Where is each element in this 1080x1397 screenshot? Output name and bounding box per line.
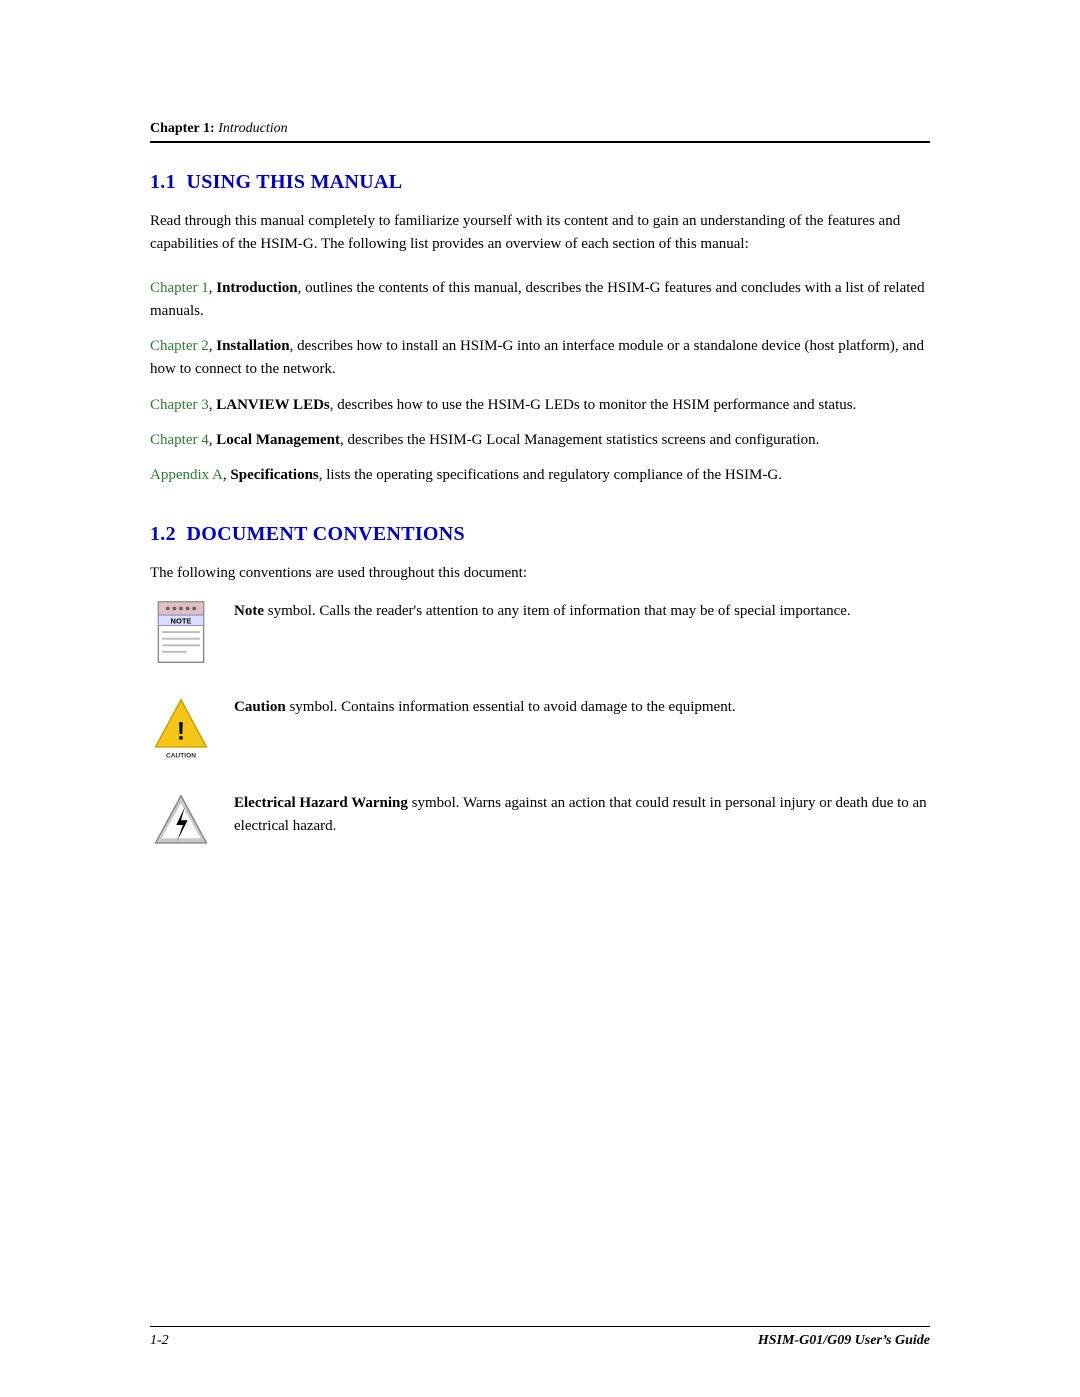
caution-convention-text: Caution symbol. Contains information ess… xyxy=(234,696,736,719)
ref-bold-ch2: Installation xyxy=(216,338,289,354)
ref-link-ch4: Chapter 4 xyxy=(150,432,209,448)
section-1-2-title: 1.2 DOCUMENT CONVENTIONS xyxy=(150,523,930,546)
ref-bold-ch1: Introduction xyxy=(216,280,297,296)
footer-page-number: 1-2 xyxy=(150,1333,169,1349)
convention-caution: ! CAUTION Caution symbol. Contains infor… xyxy=(150,696,930,762)
chapter-ref-appendix: Appendix A, Specifications, lists the op… xyxy=(150,464,930,487)
convention-note: NOTE Note symbol. Calls the reader's att… xyxy=(150,600,930,666)
svg-text:CAUTION: CAUTION xyxy=(166,752,196,759)
ref-bold-appendix: Specifications xyxy=(230,467,318,483)
section-1-1-intro: Read through this manual completely to f… xyxy=(150,210,930,257)
ref-bold-ch3: LANVIEW LEDs xyxy=(216,397,330,413)
ref-text-appendix: , lists the operating specifications and… xyxy=(319,467,782,483)
section-using-manual: 1.1 USING THIS MANUAL Read through this … xyxy=(150,171,930,487)
ref-text-ch3: , describes how to use the HSIM-G LEDs t… xyxy=(330,397,857,413)
ref-link-ch1: Chapter 1 xyxy=(150,280,209,296)
ref-text-ch4: , describes the HSIM-G Local Management … xyxy=(340,432,819,448)
caution-bold: Caution xyxy=(234,699,286,715)
convention-hazard: Electrical Hazard Warning symbol. Warns … xyxy=(150,792,930,858)
svg-text:!: ! xyxy=(177,718,185,745)
caution-icon-wrapper: ! CAUTION xyxy=(150,696,212,762)
note-bold: Note xyxy=(234,603,264,619)
hazard-icon xyxy=(152,792,210,858)
note-icon: NOTE xyxy=(152,600,210,666)
section-1-1-title: 1.1 USING THIS MANUAL xyxy=(150,171,930,194)
ref-link-ch3: Chapter 3 xyxy=(150,397,209,413)
ref-bold-ch4: Local Management xyxy=(216,432,340,448)
chapter-ref-3: Chapter 3, LANVIEW LEDs, describes how t… xyxy=(150,394,930,417)
footer-document-title: HSIM-G01/G09 User’s Guide xyxy=(758,1333,930,1349)
chapter-header: Chapter 1: Introduction xyxy=(150,120,930,143)
note-icon-wrapper: NOTE xyxy=(150,600,212,666)
ref-link-appendix: Appendix A xyxy=(150,467,223,483)
chapter-ref-2: Chapter 2, Installation, describes how t… xyxy=(150,335,930,382)
note-convention-text: Note symbol. Calls the reader's attentio… xyxy=(234,600,851,623)
chapter-ref-1: Chapter 1, Introduction, outlines the co… xyxy=(150,277,930,324)
chapter-header-text: Chapter 1: Introduction xyxy=(150,121,288,136)
hazard-convention-text: Electrical Hazard Warning symbol. Warns … xyxy=(234,792,930,839)
caution-icon: ! CAUTION xyxy=(152,696,210,762)
section-1-2-intro: The following conventions are used throu… xyxy=(150,562,930,585)
section-document-conventions: 1.2 DOCUMENT CONVENTIONS The following c… xyxy=(150,523,930,857)
hazard-bold: Electrical Hazard Warning xyxy=(234,795,408,811)
page-footer: 1-2 HSIM-G01/G09 User’s Guide xyxy=(150,1326,930,1349)
chapter-ref-4: Chapter 4, Local Management, describes t… xyxy=(150,429,930,452)
svg-text:NOTE: NOTE xyxy=(171,616,192,625)
hazard-icon-wrapper xyxy=(150,792,212,858)
ref-link-ch2: Chapter 2 xyxy=(150,338,209,354)
